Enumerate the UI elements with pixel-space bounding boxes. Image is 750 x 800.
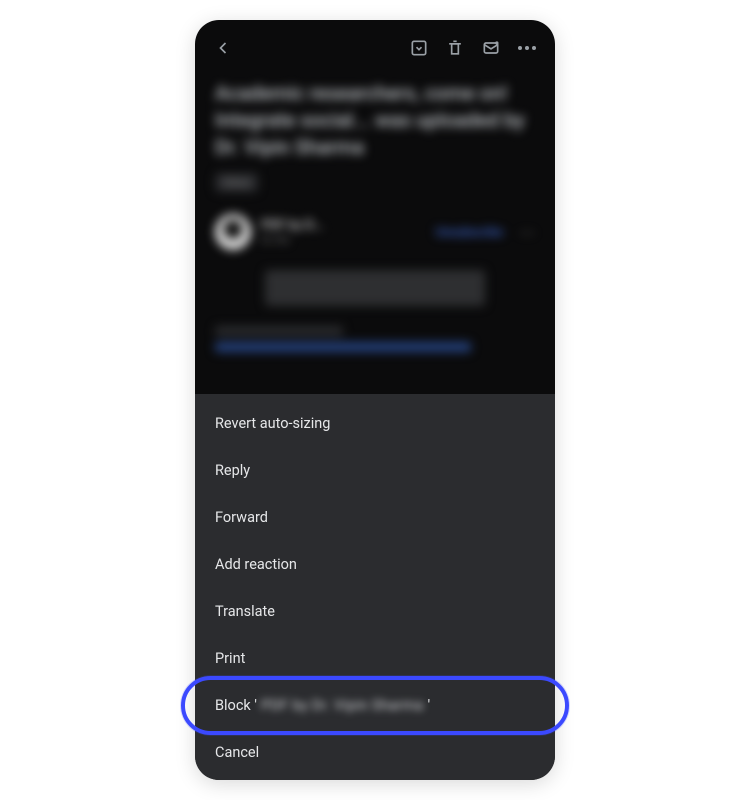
trash-icon[interactable] bbox=[441, 34, 469, 62]
menu-revert-auto-sizing[interactable]: Revert auto-sizing bbox=[195, 400, 555, 447]
more-icon[interactable] bbox=[513, 34, 541, 62]
archive-icon[interactable] bbox=[405, 34, 433, 62]
menu-block-sender[interactable]: Block ' PDF by Dr. Vipin Sharma ' bbox=[195, 682, 555, 729]
outer-card: Academic researchers, come on! Integrate… bbox=[0, 0, 750, 800]
menu-reply[interactable]: Reply bbox=[195, 447, 555, 494]
phone-frame: Academic researchers, come on! Integrate… bbox=[195, 20, 555, 780]
context-menu-sheet: Revert auto-sizing Reply Forward Add rea… bbox=[195, 394, 555, 780]
inbox-label: Inbox bbox=[215, 173, 258, 192]
unsubscribe-link: Unsubscribe bbox=[436, 225, 503, 239]
sender-to: to me bbox=[261, 233, 426, 246]
block-suffix: ' bbox=[428, 697, 431, 714]
menu-add-reaction[interactable]: Add reaction bbox=[195, 541, 555, 588]
menu-forward[interactable]: Forward bbox=[195, 494, 555, 541]
sender-row: PDF by D... to me Unsubscribe ⋯ bbox=[215, 214, 535, 250]
sender-more-icon: ⋯ bbox=[519, 223, 535, 242]
menu-cancel[interactable]: Cancel bbox=[195, 729, 555, 776]
email-subject: Academic researchers, come on! Integrate… bbox=[215, 80, 535, 161]
email-content-blurred: Academic researchers, come on! Integrate… bbox=[195, 70, 555, 378]
sender-name: PDF by D... bbox=[261, 218, 426, 233]
menu-print[interactable]: Print bbox=[195, 635, 555, 682]
menu-translate[interactable]: Translate bbox=[195, 588, 555, 635]
email-topbar bbox=[195, 20, 555, 70]
avatar bbox=[215, 214, 251, 250]
email-footer-placeholder bbox=[215, 326, 535, 352]
block-sender-name: PDF by Dr. Vipin Sharma bbox=[261, 697, 424, 714]
block-prefix: Block ' bbox=[215, 697, 257, 714]
mail-icon[interactable] bbox=[477, 34, 505, 62]
back-icon[interactable] bbox=[209, 34, 237, 62]
email-body-placeholder bbox=[265, 270, 485, 306]
